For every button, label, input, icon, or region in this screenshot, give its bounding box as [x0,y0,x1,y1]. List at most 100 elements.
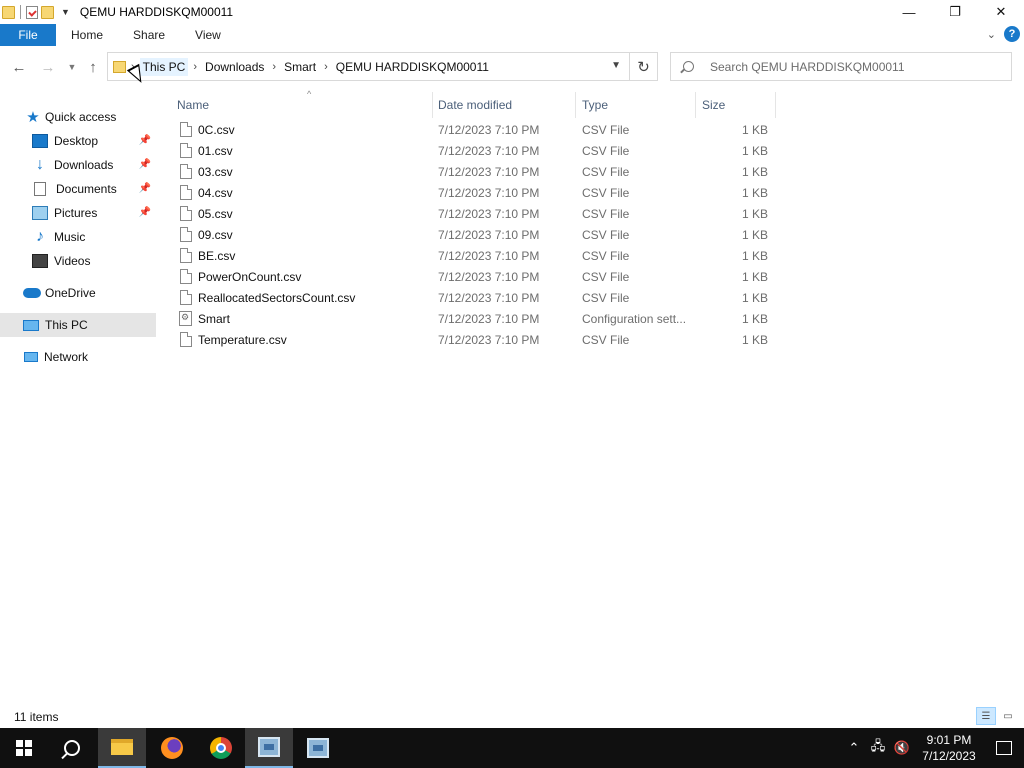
breadcrumb-current[interactable]: QEMU HARDDISKQM00011 [333,58,492,76]
file-icon [180,332,192,347]
sidebar-item-videos[interactable]: Videos [0,249,156,273]
taskbar-file-explorer[interactable] [98,728,146,768]
file-size: 1 KB [741,123,768,137]
file-row[interactable]: 09.csv 7/12/2023 7:10 PM CSV File 1 KB [176,225,776,246]
file-type: CSV File [582,291,630,305]
file-icon [180,227,192,242]
pin-icon: 📌 [138,207,151,218]
column-header-label: Name [177,98,210,112]
window-title: QEMU HARDDISKQM00011 [79,5,234,19]
notifications-button[interactable] [984,741,1024,755]
tab-home[interactable]: Home [56,24,118,46]
up-button[interactable]: ↑ [80,54,106,80]
breadcrumb-this-pc[interactable]: This PC [139,57,189,76]
videos-icon [32,254,48,268]
address-bar[interactable]: › This PC › Downloads › Smart › QEMU HAR… [107,52,630,81]
file-row[interactable]: 04.csv 7/12/2023 7:10 PM CSV File 1 KB [176,183,776,204]
breadcrumb-smart[interactable]: Smart [281,58,319,76]
chevron-right-icon[interactable]: › [188,61,202,73]
sidebar-item-documents[interactable]: Documents 📌 [0,177,156,201]
file-row[interactable]: Temperature.csv 7/12/2023 7:10 PM CSV File… [176,330,776,351]
pin-icon: 📌 [138,159,151,170]
tab-file[interactable]: File [0,24,56,46]
file-row[interactable]: Smart 7/12/2023 7:10 PM Configuration sett… [176,309,776,330]
new-folder-icon[interactable] [41,5,54,19]
sidebar-item-label: Documents [56,182,117,196]
sidebar-item-pictures[interactable]: Pictures 📌 [0,201,156,225]
sort-ascending-icon: ^ [307,89,312,99]
file-icon [180,290,192,305]
file-row[interactable]: PowerOnCount.csv 7/12/2023 7:10 PM CSV Fil… [176,267,776,288]
folder-icon[interactable] [2,5,15,19]
expand-ribbon-icon[interactable]: ⌄ [987,28,996,41]
pin-icon: 📌 [138,183,151,194]
file-type: CSV File [582,165,630,179]
taskbar-chrome[interactable] [197,728,245,768]
file-type: CSV File [582,123,630,137]
file-type: CSV File [582,207,630,221]
back-button[interactable]: ← [6,54,32,80]
details-view-button[interactable]: ☰ [976,707,996,725]
sidebar-item-this-pc[interactable]: This PC [0,313,156,337]
file-name: 09.csv [198,228,233,242]
column-header-date[interactable]: Date modified [432,92,576,118]
file-type: CSV File [582,144,630,158]
file-row[interactable]: 05.csv 7/12/2023 7:10 PM CSV File 1 KB [176,204,776,225]
taskbar-app-1[interactable] [245,728,293,768]
documents-icon [34,182,46,196]
column-header-size[interactable]: Size [696,92,776,118]
file-size: 1 KB [741,207,768,221]
taskbar-app-2[interactable] [294,728,342,768]
clock[interactable]: 9:01 PM 7/12/2023 [914,732,984,764]
column-header-type[interactable]: Type [576,92,696,118]
sidebar-item-music[interactable]: ♪ Music [0,225,156,249]
taskbar-search-button[interactable] [48,728,96,768]
tab-share[interactable]: Share [118,24,180,46]
view-switcher: ☰ ▭ [976,707,1018,725]
chevron-up-icon[interactable]: ⌃ [842,740,866,756]
forward-button[interactable]: → [35,54,61,80]
tab-view[interactable]: View [180,24,236,46]
recent-locations-icon[interactable]: ▼ [64,54,80,80]
file-date-modified: 7/12/2023 7:10 PM [438,270,540,284]
file-name: Smart [198,312,231,326]
breadcrumb-downloads[interactable]: Downloads [202,58,267,76]
taskbar-firefox[interactable] [148,728,196,768]
file-row[interactable]: 01.csv 7/12/2023 7:10 PM CSV File 1 KB [176,141,776,162]
file-date-modified: 7/12/2023 7:10 PM [438,165,540,179]
search-box[interactable]: Search QEMU HARDDISKQM00011 [670,52,1012,81]
file-row[interactable]: BE.csv 7/12/2023 7:10 PM CSV File 1 KB [176,246,776,267]
column-header-name[interactable]: Name ^ [171,89,433,118]
file-icon [180,164,192,179]
network-icon[interactable]: 🖧 [866,737,890,759]
maximize-button[interactable]: ❐ [932,0,978,24]
address-dropdown-icon[interactable]: ▼ [611,60,621,71]
volume-muted-icon[interactable]: 🔇 [890,740,914,756]
properties-icon[interactable] [26,5,38,19]
file-row[interactable]: ReallocatedSectorsCount.csv 7/12/2023 7:1… [176,288,776,309]
search-input[interactable]: Search QEMU HARDDISKQM00011 [710,60,905,74]
close-button[interactable]: ✕ [978,0,1024,24]
sidebar-item-downloads[interactable]: ↓ Downloads 📌 [0,153,156,177]
file-date-modified: 7/12/2023 7:10 PM [438,144,540,158]
file-name: 0C.csv [198,123,235,137]
help-icon[interactable]: ? [1004,26,1020,42]
minimize-button[interactable]: — [886,0,932,24]
onedrive-icon [23,288,41,298]
chevron-right-icon[interactable]: › [267,61,281,73]
file-row[interactable]: 0C.csv 7/12/2023 7:10 PM CSV File 1 KB [176,120,776,141]
file-icon [180,185,192,200]
chevron-right-icon[interactable]: › [319,61,333,73]
start-button[interactable] [0,728,48,768]
file-date-modified: 7/12/2023 7:10 PM [438,291,540,305]
sidebar-item-quick-access[interactable]: ★ Quick access [0,105,156,129]
sidebar-item-desktop[interactable]: Desktop 📌 [0,129,156,153]
large-icons-view-button[interactable]: ▭ [998,707,1018,725]
file-row[interactable]: 03.csv 7/12/2023 7:10 PM CSV File 1 KB [176,162,776,183]
refresh-button[interactable]: ↻ [630,52,658,81]
chevron-down-icon[interactable]: ▼ [61,7,70,17]
file-name: ReallocatedSectorsCount.csv [198,291,356,305]
navigation-pane: ★ Quick access Desktop 📌 ↓ Downloads 📌 D… [0,105,156,700]
sidebar-item-network[interactable]: Network [0,345,156,369]
sidebar-item-onedrive[interactable]: OneDrive [0,281,156,305]
